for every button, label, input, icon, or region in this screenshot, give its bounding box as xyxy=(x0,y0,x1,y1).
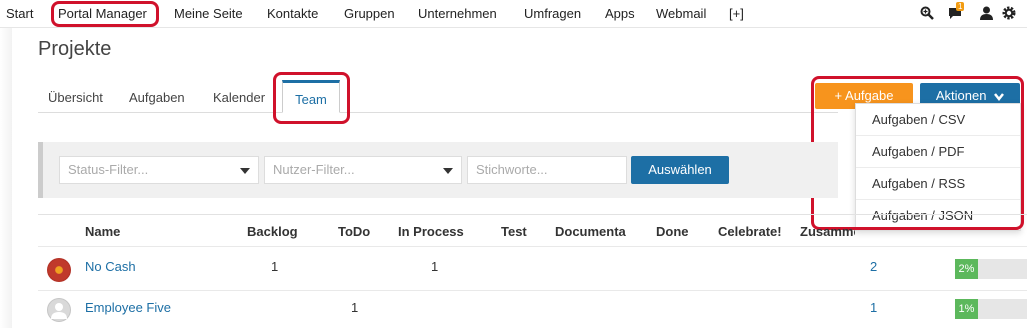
col-documentation: Documenta xyxy=(555,224,626,239)
chat-icon[interactable]: 1 xyxy=(947,2,965,21)
nav-portal-manager[interactable]: Portal Manager xyxy=(58,6,147,21)
search-icon[interactable] xyxy=(919,5,935,21)
col-todo: ToDo xyxy=(338,224,371,239)
actions-dropdown-menu: Aufgaben / CSV Aufgaben / PDF Aufgaben /… xyxy=(855,103,1021,231)
user-filter-select[interactable]: Nutzer-Filter... xyxy=(264,156,462,184)
menu-item-pdf[interactable]: Aufgaben / PDF xyxy=(856,136,1020,168)
nav-kontakte[interactable]: Kontakte xyxy=(267,6,318,21)
nav-unternehmen[interactable]: Unternehmen xyxy=(418,6,497,21)
row-divider xyxy=(38,246,1027,247)
nav-gruppen[interactable]: Gruppen xyxy=(344,6,395,21)
col-test: Test xyxy=(501,224,527,239)
status-filter-placeholder: Status-Filter... xyxy=(68,162,149,177)
tab-aufgaben[interactable]: Aufgaben xyxy=(129,90,185,105)
actions-label: Aktionen xyxy=(935,88,987,103)
nav-meine-seite[interactable]: Meine Seite xyxy=(174,6,243,21)
row-name-link[interactable]: No Cash xyxy=(85,259,136,274)
user-icon[interactable] xyxy=(978,5,994,21)
tab-kalender[interactable]: Kalender xyxy=(213,90,265,105)
menu-item-json[interactable]: Aufgaben / JSON xyxy=(856,200,1020,232)
status-filter-select[interactable]: Status-Filter... xyxy=(59,156,259,184)
col-in-process: In Process xyxy=(398,224,464,239)
caret-down-icon xyxy=(443,168,453,174)
progress-fill: 2% xyxy=(955,259,978,279)
page-title: Projekte xyxy=(38,38,112,60)
gear-icon[interactable] xyxy=(1001,5,1017,21)
cell-backlog: 1 xyxy=(271,259,279,274)
cell-summary[interactable]: 1 xyxy=(870,300,877,315)
cell-summary[interactable]: 2 xyxy=(870,259,877,274)
col-name: Name xyxy=(85,224,121,239)
nav-apps[interactable]: Apps xyxy=(605,6,635,21)
tab-team[interactable]: Team xyxy=(282,80,340,113)
chevron-down-icon xyxy=(994,92,1005,101)
tabs-divider xyxy=(38,112,838,113)
keyword-placeholder: Stichworte... xyxy=(476,162,548,177)
col-summary: Zusammenfassung xyxy=(800,224,855,239)
progress-fill: 1% xyxy=(955,299,978,319)
cell-in-process: 1 xyxy=(431,259,439,274)
user-placeholder-icon xyxy=(51,303,67,319)
col-celebrate: Celebrate! xyxy=(718,224,782,239)
avatar xyxy=(47,298,71,322)
caret-down-icon xyxy=(240,168,250,174)
row-divider xyxy=(38,290,1027,291)
apply-filter-button[interactable]: Auswählen xyxy=(631,156,729,184)
nav-start[interactable]: Start xyxy=(6,6,33,21)
progress-bar: 1% xyxy=(955,299,1027,319)
progress-bar: 2% xyxy=(955,259,1027,279)
avatar xyxy=(47,258,71,282)
user-filter-placeholder: Nutzer-Filter... xyxy=(273,162,355,177)
notification-badge: 1 xyxy=(956,2,965,11)
col-backlog: Backlog xyxy=(247,224,298,239)
left-shadow xyxy=(0,28,12,328)
menu-item-csv[interactable]: Aufgaben / CSV xyxy=(856,104,1020,136)
cell-todo: 1 xyxy=(351,300,359,315)
col-done: Done xyxy=(656,224,689,239)
tab-uebersicht[interactable]: Übersicht xyxy=(48,90,103,105)
nav-more[interactable]: [+] xyxy=(729,6,744,21)
keyword-input[interactable]: Stichworte... xyxy=(467,156,627,184)
nav-webmail[interactable]: Webmail xyxy=(656,6,706,21)
table-top-border xyxy=(38,214,1027,215)
row-name-link[interactable]: Employee Five xyxy=(85,300,171,315)
menu-item-rss[interactable]: Aufgaben / RSS xyxy=(856,168,1020,200)
nav-umfragen[interactable]: Umfragen xyxy=(524,6,581,21)
top-navigation: Start Portal Manager Meine Seite Kontakt… xyxy=(0,0,1027,28)
